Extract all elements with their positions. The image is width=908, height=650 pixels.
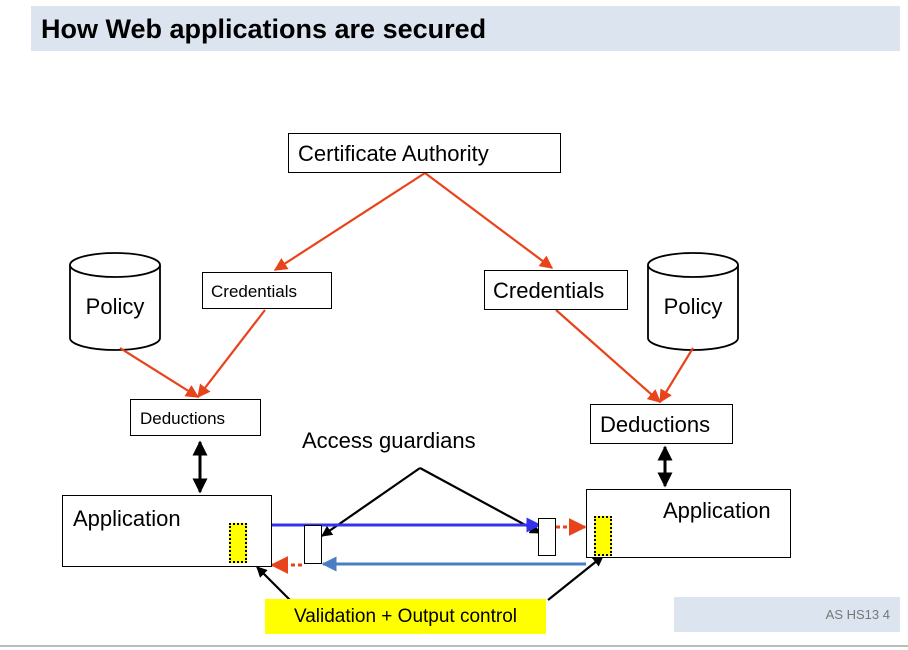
slide-footer: AS HS13 4 [825,607,890,622]
credentials-right-to-deductions-arrow [555,309,661,403]
application-left-label: Application [73,506,181,531]
bottom-divider [0,645,908,647]
deductions-left-box: Deductions [130,399,261,436]
credentials-left-label: Credentials [211,282,297,301]
validation-highlight-left [229,523,247,563]
credentials-right-label: Credentials [493,278,605,303]
policy-right-to-deductions-arrow [659,347,694,404]
deductions-left-label: Deductions [140,409,226,428]
deductions-right-label: Deductions [600,412,711,437]
application-right-box: Application [586,489,791,558]
certificate-authority-label: Certificate Authority [298,141,489,166]
policy-left-label: Policy [85,294,145,319]
policy-right-label: Policy [663,294,723,319]
policy-left-to-deductions-arrow [119,347,200,398]
credentials-left-box: Credentials [202,272,332,309]
access-guardian-right [538,518,556,556]
credentials-right-box: Credentials [484,270,628,310]
validation-output-control-label: Validation + Output control [265,599,546,634]
access-guardians-label: Access guardians [302,428,476,453]
deductions-right-box: Deductions [590,404,733,444]
validation-highlight-right [594,516,612,556]
certificate-authority-box: Certificate Authority [288,133,561,173]
application-right-label: Application [663,498,771,523]
access-guardian-left [304,525,322,564]
credentials-left-to-deductions-arrow [197,309,266,399]
ca-to-credentials-left-arrow [273,172,426,271]
ca-to-credentials-right-arrow [424,172,554,269]
footer-bar: AS HS13 4 [674,597,900,632]
